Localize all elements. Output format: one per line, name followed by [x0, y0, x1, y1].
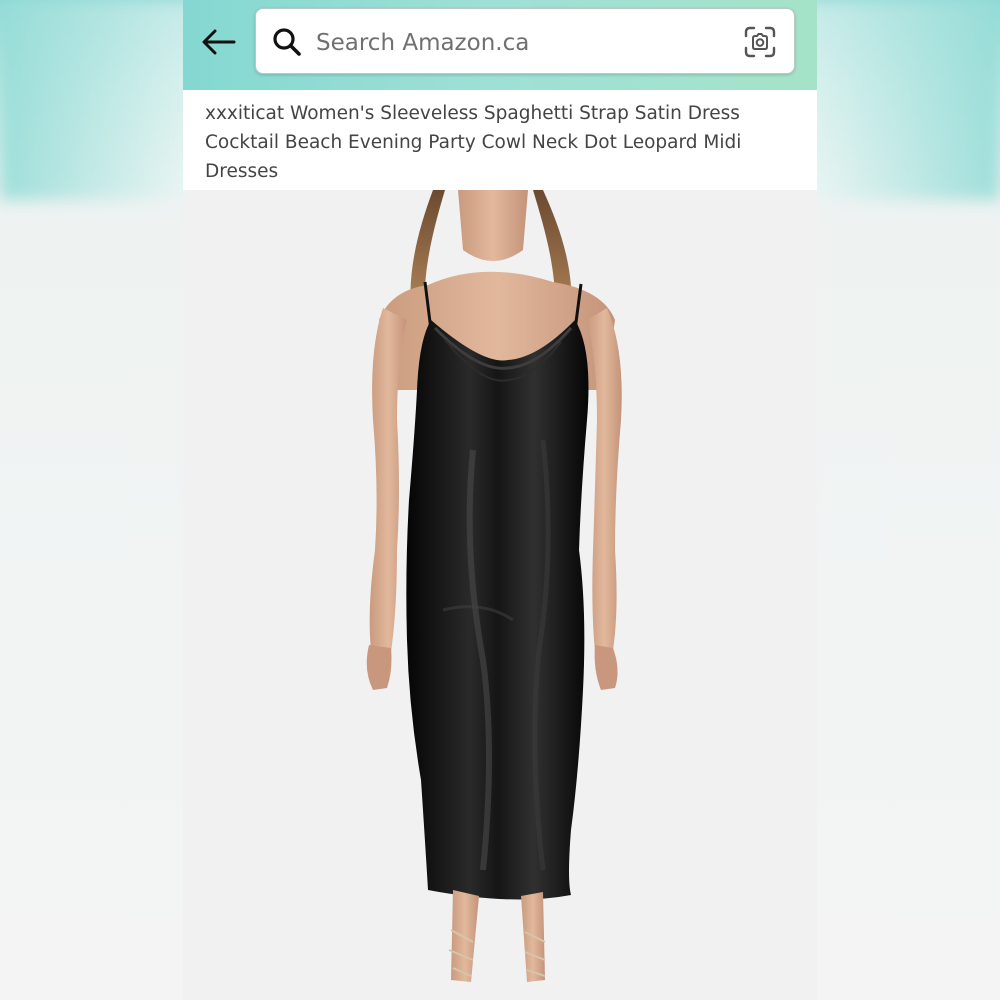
back-button[interactable] — [197, 22, 241, 62]
arrow-left-icon — [202, 29, 236, 55]
app-screen: xxxiticat Women's Sleeveless Spaghetti S… — [183, 0, 817, 1000]
product-title[interactable]: xxxiticat Women's Sleeveless Spaghetti S… — [205, 99, 795, 186]
dress-photo — [366, 190, 622, 982]
search-header — [183, 0, 817, 90]
search-icon[interactable] — [272, 27, 302, 57]
search-bar[interactable] — [255, 8, 795, 74]
camera-lens-icon[interactable] — [744, 26, 776, 58]
product-image[interactable] — [183, 190, 817, 1000]
product-title-area: xxxiticat Women's Sleeveless Spaghetti S… — [183, 90, 817, 190]
search-input[interactable] — [314, 19, 718, 67]
